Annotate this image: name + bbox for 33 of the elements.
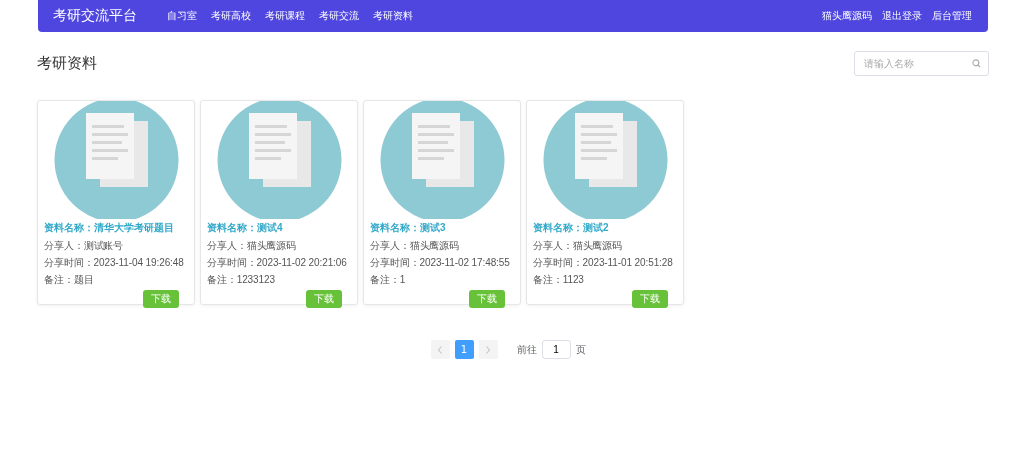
note-text: 备注：1233123 — [207, 273, 276, 287]
chevron-left-icon — [437, 345, 443, 354]
chevron-right-icon — [485, 345, 491, 354]
nav-link[interactable]: 考研高校 — [211, 6, 251, 26]
page-jump-field[interactable]: 1 — [541, 340, 571, 359]
resource-name: 资料名称：清华大学考研题目 — [44, 221, 175, 235]
sharer-text: 分享人：猫头鹰源码 — [370, 239, 461, 253]
nav-link[interactable]: 考研交流 — [319, 6, 359, 26]
nav-link[interactable]: 考研课程 — [265, 6, 305, 26]
sharer-text: 分享人：测试账号 — [44, 239, 125, 253]
nav-link[interactable]: 考研资料 — [373, 6, 413, 26]
resource-name: 资料名称：测试4 — [207, 221, 284, 235]
page-suffix-label: 页 — [575, 342, 586, 357]
resource-name: 资料名称：测试2 — [533, 221, 610, 235]
sharer-text: 分享人：猫头鹰源码 — [207, 239, 298, 253]
note-text: 备注：1123 — [533, 273, 585, 287]
nav-link[interactable]: 退出登录 — [882, 6, 922, 26]
goto-label: 前往 — [516, 342, 537, 357]
nav-link[interactable]: 自习室 — [167, 6, 197, 26]
page-heading: 考研资料 — [37, 53, 97, 73]
note-text: 备注：题目 — [44, 273, 95, 287]
search-icon — [972, 58, 981, 68]
share-time: 分享时间：2023-11-04 19:26:48 — [44, 256, 185, 270]
search-field[interactable]: 请输入名称 — [854, 50, 989, 76]
share-time: 分享时间：2023-11-01 20:51:28 — [533, 256, 674, 270]
share-time: 分享时间：2023-11-02 17:48:55 — [370, 256, 511, 270]
share-time: 分享时间：2023-11-02 20:21:06 — [207, 256, 348, 270]
nav-link[interactable]: 猫头鹰源码 — [822, 6, 872, 26]
resource-name: 资料名称：测试3 — [370, 221, 447, 235]
sharer-text: 分享人：猫头鹰源码 — [533, 239, 624, 253]
note-text: 备注：1 — [370, 273, 407, 287]
site-title: 考研交流平台 — [53, 7, 137, 25]
nav-link[interactable]: 后台管理 — [932, 6, 972, 26]
